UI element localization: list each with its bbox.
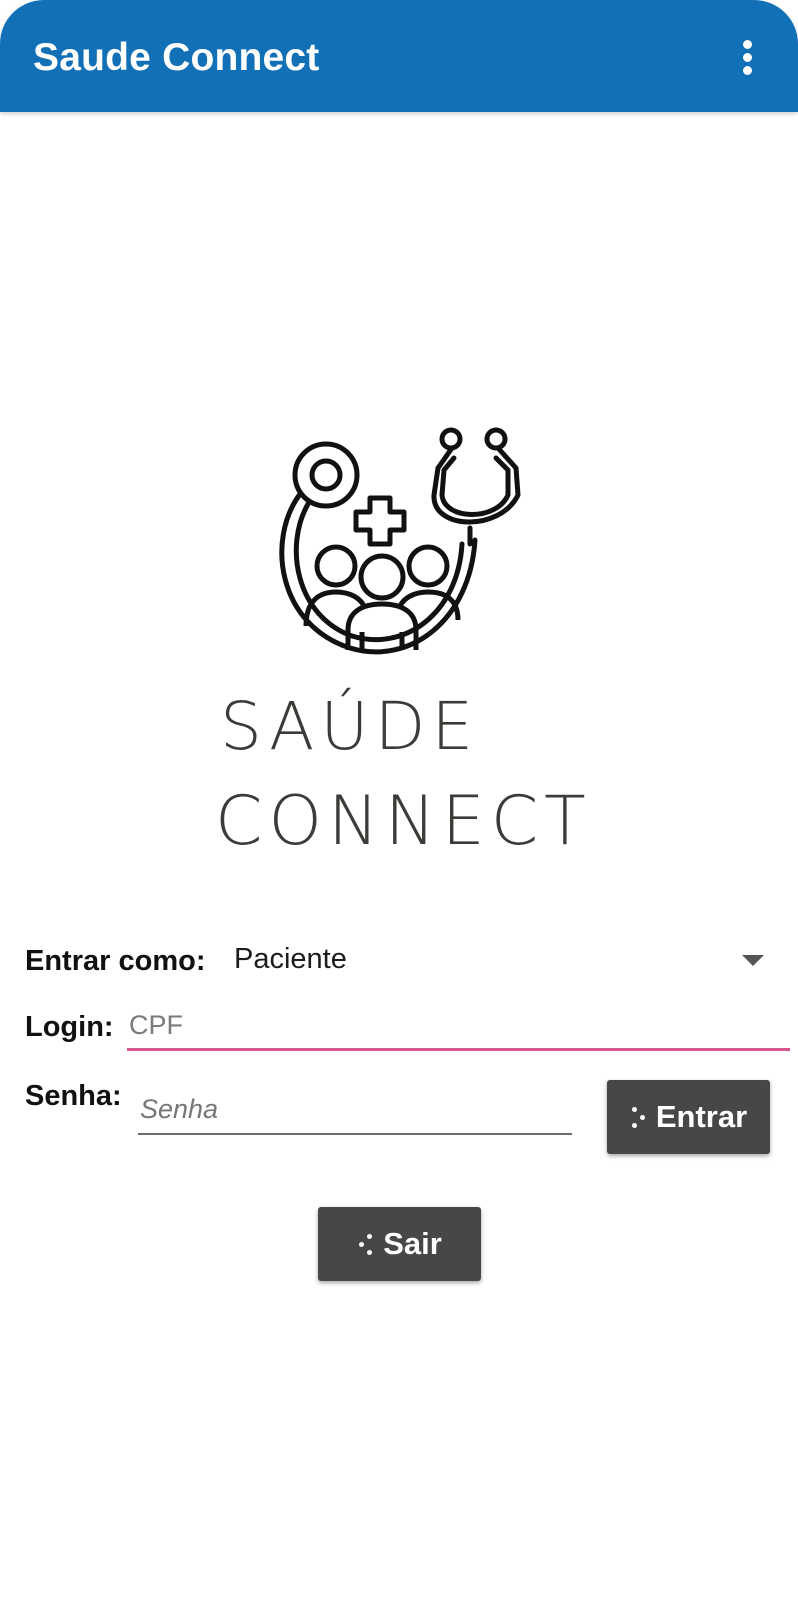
entrar-button-label: Entrar	[655, 1099, 748, 1134]
people-group-icon	[303, 544, 461, 650]
logo-text-line1: SAÚDE	[220, 688, 480, 765]
password-input[interactable]	[138, 1085, 572, 1135]
login-input[interactable]	[127, 1003, 790, 1051]
dots-loader-icon	[630, 1104, 646, 1130]
stethoscope-icon	[279, 427, 521, 655]
login-screen: Saude Connect SAÚDE CONNECT Entrar como:…	[0, 0, 798, 1600]
sair-button-label: Sair	[383, 1226, 442, 1261]
entrar-button[interactable]: Entrar	[607, 1080, 770, 1154]
more-vert-icon[interactable]	[732, 38, 762, 78]
app-bar: Saude Connect	[0, 0, 798, 112]
dropdown-arrow-icon	[742, 955, 764, 966]
login-label: Login:	[25, 1011, 114, 1043]
role-label: Entrar como:	[25, 945, 206, 977]
role-spinner-value: Paciente	[234, 943, 347, 975]
role-spinner[interactable]: Paciente	[234, 935, 764, 985]
app-logo: SAÚDE CONNECT	[200, 420, 600, 870]
dots-loader-icon	[357, 1231, 373, 1257]
sair-button[interactable]: Sair	[318, 1207, 481, 1281]
app-title: Saude Connect	[33, 36, 320, 79]
medical-cross-icon	[353, 495, 407, 547]
password-label: Senha:	[25, 1080, 122, 1112]
logo-text-line2: CONNECT	[215, 782, 592, 861]
